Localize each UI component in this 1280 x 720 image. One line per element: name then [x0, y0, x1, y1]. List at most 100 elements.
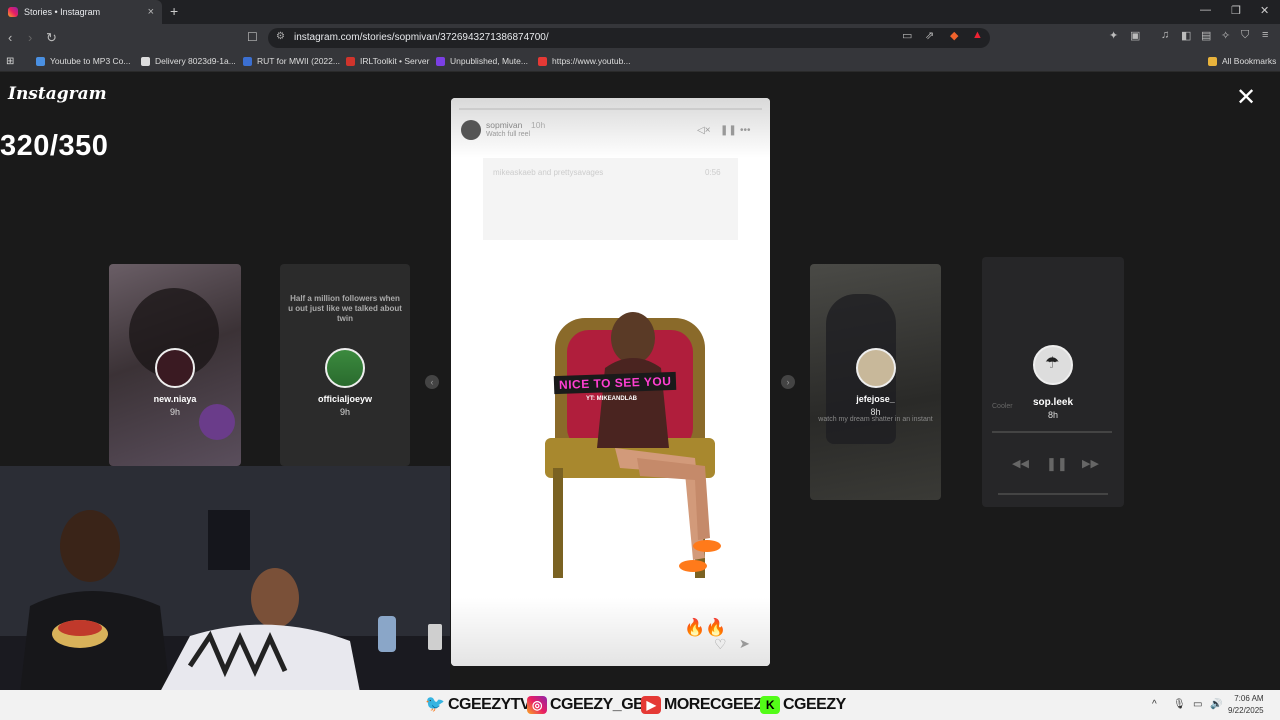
- volume-icon[interactable]: 🔊: [1210, 699, 1222, 710]
- vpn-icon[interactable]: ⛉: [1241, 29, 1249, 42]
- story-preview-jefejose[interactable]: jefejose_ 8h watch my dream shatter in a…: [810, 264, 941, 500]
- youtube-handle: ▶ MORECGEEZY: [641, 696, 773, 714]
- rewind-icon: ◀◀: [1012, 458, 1029, 470]
- preview-time: 9h: [339, 407, 350, 417]
- bookmark-item[interactable]: RUT for MWII (2022...: [243, 56, 340, 66]
- minimize-icon[interactable]: —: [1200, 4, 1211, 16]
- tab-title: Stories • Instagram: [24, 7, 101, 17]
- bookmark-label: Youtube to MP3 Co...: [50, 56, 131, 66]
- preview-caption: Half a million followers when u out just…: [288, 294, 402, 323]
- bookmark-label: Unpublished, Mute...: [450, 56, 528, 66]
- wallet-icon[interactable]: ▤: [1201, 29, 1211, 42]
- preview-username: new.niaya: [153, 394, 197, 404]
- close-icon[interactable]: ✕: [1236, 86, 1256, 110]
- twitter-label: CGEEZYTV: [448, 696, 531, 713]
- bookmarks-bar: ⊞ Youtube to MP3 Co... Delivery 8023d9-1…: [0, 52, 1280, 72]
- forward-icon[interactable]: ›: [28, 30, 32, 45]
- microphone-icon[interactable]: 🎙: [1173, 699, 1186, 710]
- site-info-icon[interactable]: ⚙: [276, 31, 285, 42]
- reel-duration: 0:56: [705, 168, 721, 177]
- restore-icon[interactable]: ❐: [1231, 4, 1241, 17]
- bookmark-favicon-icon: [243, 56, 252, 66]
- media-icon[interactable]: ♫: [1161, 29, 1169, 41]
- leo-icon[interactable]: ✧: [1221, 29, 1230, 42]
- tab-bar: Stories • Instagram × + — ❐ ✕: [0, 0, 1280, 24]
- webcam-overlay: [0, 466, 450, 692]
- preview-time: 8h: [1047, 410, 1058, 420]
- sidebar-icon[interactable]: ◧: [1181, 29, 1191, 42]
- story-preview-new-niaya[interactable]: new.niaya 9h: [109, 264, 241, 466]
- window-close-icon[interactable]: ✕: [1260, 4, 1269, 17]
- reel-caption: mikeaskaeb and prettysavages: [493, 168, 604, 177]
- preview-username: officialjoeyw: [317, 394, 372, 404]
- back-icon[interactable]: ‹: [8, 30, 12, 45]
- extensions-icon[interactable]: ✦: [1109, 29, 1118, 42]
- bookmark-favicon-icon: [346, 56, 355, 66]
- network-icon[interactable]: ▭: [1193, 699, 1202, 710]
- youtube-icon: ▶: [641, 696, 661, 714]
- tab-search-icon[interactable]: ▣: [1130, 29, 1140, 42]
- bookmark-favicon-icon: [36, 56, 45, 66]
- story-username[interactable]: sopmivan: [486, 120, 522, 130]
- url-text: instagram.com/stories/sopmivan/372694327…: [294, 32, 549, 43]
- bookmark-item[interactable]: IRLToolkit • Server: [346, 56, 429, 66]
- youtube-label: MORECGEEZY: [664, 696, 773, 713]
- avatar: ☂: [1033, 345, 1073, 385]
- watch-full-reel-link[interactable]: Watch full reel: [486, 131, 530, 138]
- bookmark-favicon-icon: [436, 56, 445, 66]
- kick-handle: K CGEEZY: [760, 696, 846, 714]
- instagram-logo[interactable]: Instagram: [8, 84, 107, 104]
- pause-icon: ❚❚: [1046, 456, 1068, 471]
- avatar: [325, 348, 365, 388]
- bookmark-icon[interactable]: ☐: [247, 30, 258, 44]
- tray-chevron-icon[interactable]: ^: [1152, 699, 1157, 710]
- twitter-icon: 🐦: [425, 696, 445, 713]
- bookmark-label: IRLToolkit • Server: [360, 56, 430, 66]
- more-options-icon[interactable]: •••: [740, 125, 751, 136]
- apps-grid-icon[interactable]: ⊞: [6, 56, 14, 67]
- tab-close-icon[interactable]: ×: [148, 6, 154, 18]
- all-bookmarks[interactable]: All Bookmarks: [1208, 56, 1276, 66]
- bookmark-item[interactable]: Delivery 8023d9-1a...: [141, 56, 236, 66]
- clock-date: 9/22/2025: [1228, 706, 1264, 715]
- pause-icon[interactable]: ❚❚: [720, 125, 737, 136]
- story-preview-officialjoeyw[interactable]: Half a million followers when u out just…: [280, 264, 410, 466]
- address-bar[interactable]: ⚙ instagram.com/stories/sopmivan/3726943…: [268, 28, 990, 48]
- share-icon[interactable]: ⇗: [925, 29, 934, 42]
- tab-stories[interactable]: Stories • Instagram ×: [0, 0, 162, 24]
- preview-username: jefejose_: [856, 394, 895, 404]
- stream-counter: 320/350: [0, 130, 109, 162]
- kick-icon: K: [760, 696, 780, 714]
- bookmark-favicon-icon: [538, 56, 547, 66]
- story-preview-sop-leek[interactable]: ☂ sop.leek 8h Cooler ◀◀ ❚❚ ▶▶: [982, 257, 1124, 507]
- reload-icon[interactable]: ↻: [46, 30, 57, 46]
- bookmark-label: Delivery 8023d9-1a...: [155, 56, 236, 66]
- avatar[interactable]: [461, 120, 481, 140]
- fire-reaction[interactable]: 🔥🔥: [684, 618, 726, 638]
- brave-rewards-icon[interactable]: ▲: [972, 29, 983, 41]
- send-icon[interactable]: ➤: [739, 636, 750, 652]
- instagram-icon: ◎: [527, 696, 547, 714]
- preview-time: 9h: [169, 407, 180, 417]
- bookmark-item[interactable]: https://www.youtub...: [538, 56, 630, 66]
- toolbar: ‹ › ↻ ☐ ⚙ instagram.com/stories/sopmivan…: [0, 24, 1280, 52]
- instagram-label: CGEEZY_GBC: [550, 696, 656, 713]
- like-heart-icon[interactable]: ♡: [714, 636, 727, 653]
- stream-banner: 🐦 CGEEZYTV ◎ CGEEZY_GBC ▶ MORECGEEZY K CGEEZ…: [0, 690, 1280, 720]
- kick-label: CGEEZY: [783, 696, 846, 713]
- previous-story-arrow-icon[interactable]: ‹: [425, 375, 439, 389]
- menu-icon[interactable]: ≡: [1262, 29, 1268, 41]
- bookmark-item[interactable]: Youtube to MP3 Co...: [36, 56, 131, 66]
- brave-shield-icon[interactable]: ◆: [950, 29, 958, 42]
- new-tab-button[interactable]: +: [170, 3, 178, 19]
- story-image: [545, 312, 721, 578]
- instagram-handle: ◎ CGEEZY_GBC: [527, 696, 656, 714]
- next-story-arrow-icon[interactable]: ›: [781, 375, 795, 389]
- bookmark-item[interactable]: Unpublished, Mute...: [436, 56, 528, 66]
- cast-icon[interactable]: ▭: [902, 29, 912, 42]
- mute-icon[interactable]: ◁×: [697, 125, 711, 136]
- avatar: [855, 348, 896, 388]
- story-progress-bar: [459, 108, 762, 110]
- active-story[interactable]: sopmivan 10h Watch full reel ◁× ❚❚ ••• m…: [451, 98, 770, 666]
- system-clock[interactable]: 7:06 AM 9/22/2025: [1228, 693, 1264, 717]
